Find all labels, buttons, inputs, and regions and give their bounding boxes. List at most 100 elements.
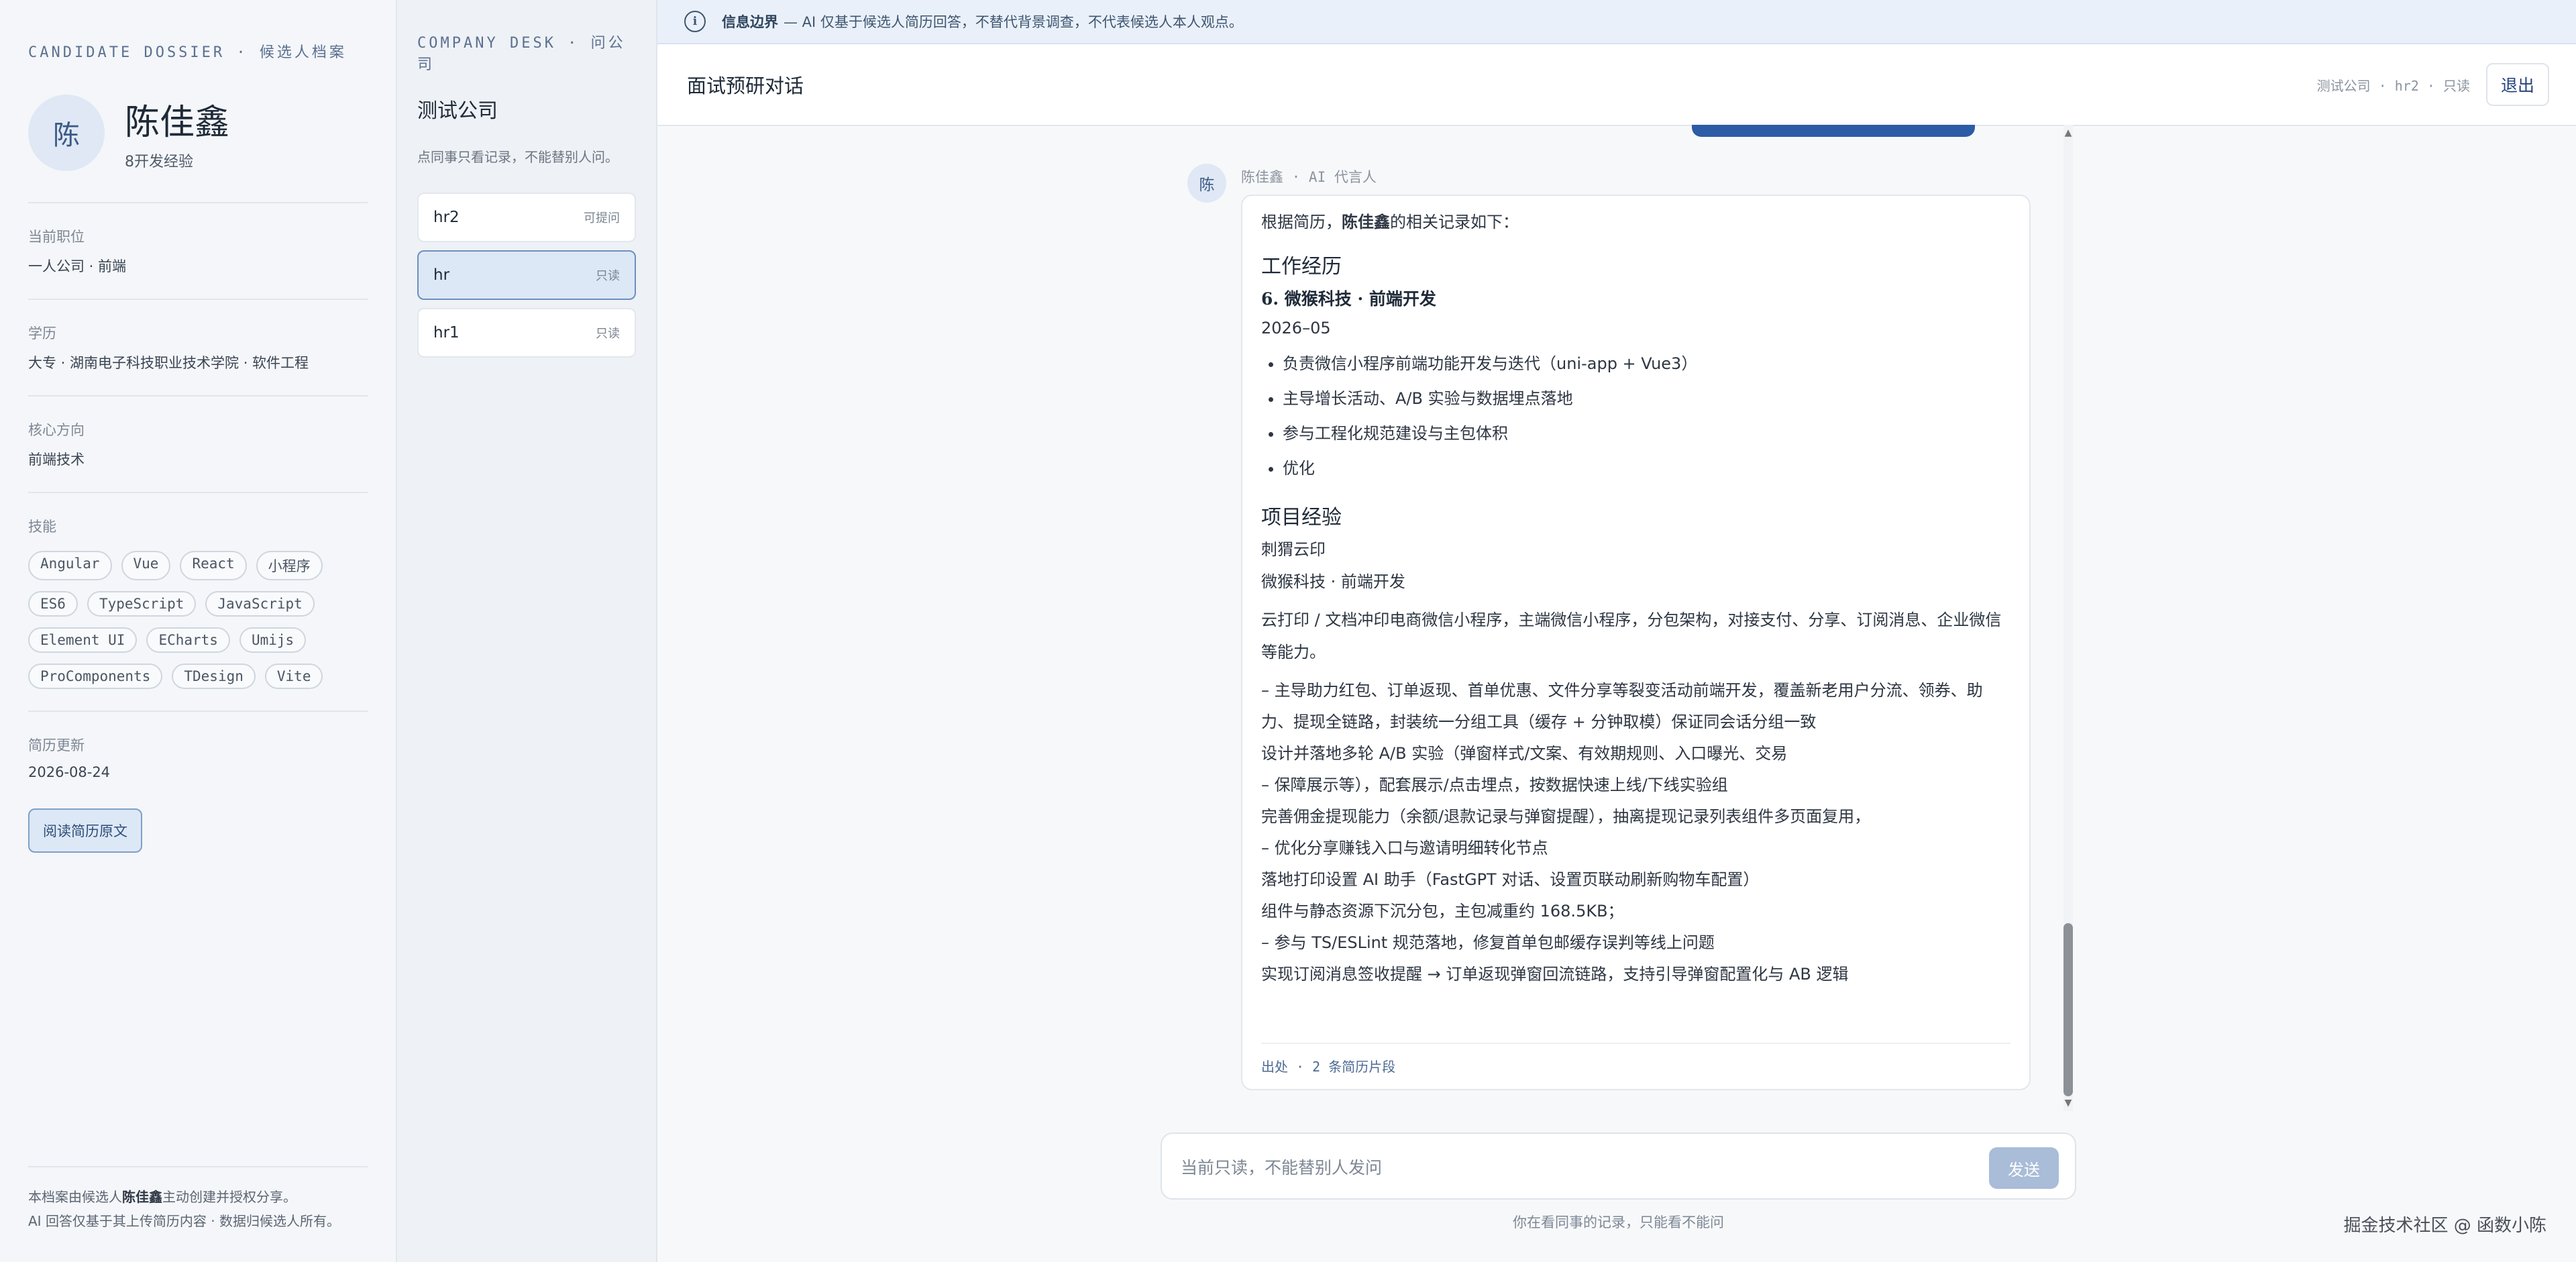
- send-button[interactable]: 发送: [1989, 1147, 2059, 1189]
- footer-text: 本档案由候选人: [28, 1189, 122, 1205]
- project-description: 云打印 / 文档冲印电商微信小程序，主端微信小程序，分包架构，对接支付、分享、订…: [1261, 611, 2002, 662]
- divider: [28, 299, 368, 300]
- list-item: 参与工程化规范建设与主包体积: [1283, 416, 2010, 451]
- colleague-tag: 只读: [596, 269, 620, 283]
- skill-chip: Vue: [121, 551, 171, 580]
- chat-header: 面试预研对话 测试公司 · hr2 · 只读 退出: [657, 44, 2576, 126]
- chat-scroll-area[interactable]: 陈 陈佳鑫 · AI 代言人 根据简历，陈佳鑫的相关记录如下： 工作经历 6. …: [657, 125, 2576, 1111]
- divider: [28, 395, 368, 397]
- intro-text: 根据简历，: [1261, 213, 1342, 231]
- detail-line: 设计并落地多轮 A/B 实验（弹窗样式/文案、有效期规则、入口曝光、交易: [1261, 744, 1788, 763]
- read-resume-button[interactable]: 阅读简历原文: [28, 808, 142, 853]
- detail-line: – 参与 TS/ESLint 规范落地，修复首单包邮缓存误判等线上问题: [1261, 933, 1715, 952]
- ai-avatar: 陈: [1187, 164, 1226, 203]
- detail-line: – 保障展示等），配套展示/点击埋点，按数据快速上线/下线实验组: [1261, 776, 1728, 794]
- source-citation[interactable]: 出处 · 2 条简历片段: [1261, 1043, 2010, 1075]
- colleague-tag: 只读: [596, 327, 620, 341]
- project-name: 刺猬云印: [1261, 540, 1326, 559]
- colleague-item-hr2[interactable]: hr2 可提问: [417, 193, 636, 242]
- scroll-up-arrow-icon[interactable]: ▲: [2063, 127, 2073, 138]
- field-label: 当前职位: [28, 229, 85, 245]
- list-item: 负责微信小程序前端功能开发与迭代（uni-app + Vue3）: [1283, 346, 2010, 381]
- watermark: 掘金技术社区 @ 函数小陈: [2343, 1216, 2546, 1236]
- skill-chip: 小程序: [256, 551, 323, 580]
- skill-chip: ES6: [28, 591, 78, 617]
- skill-chip: Vite: [264, 664, 323, 689]
- candidate-experience: 8开发经验: [125, 154, 193, 170]
- colleague-name: hr1: [433, 324, 460, 341]
- info-icon: i: [684, 11, 706, 32]
- list-item: 优化: [1283, 451, 2010, 486]
- ai-message-card: 根据简历，陈佳鑫的相关记录如下： 工作经历 6. 微猴科技 · 前端开发 202…: [1241, 195, 2031, 1090]
- colleague-item-hr[interactable]: hr 只读: [417, 250, 636, 300]
- skills-list: Angular Vue React 小程序 ES6 TypeScript Jav…: [28, 551, 368, 689]
- updated-label: 简历更新: [28, 737, 85, 753]
- company-name: 测试公司: [417, 99, 498, 123]
- footer-candidate-name: 陈佳鑫: [122, 1189, 162, 1205]
- field-position: 当前职位 一人公司 · 前端: [28, 226, 368, 276]
- candidate-avatar: 陈: [28, 94, 105, 171]
- field-label: 学历: [28, 325, 56, 341]
- job-title: 6. 微猴科技 · 前端开发: [1261, 289, 1436, 309]
- scroll-down-arrow-icon[interactable]: ▼: [2063, 1098, 2073, 1108]
- field-core-direction: 核心方向 前端技术: [28, 419, 368, 469]
- detail-line: 完善佣金提现能力（余额/退款记录与弹窗提醒），抽离提现记录列表组件多页面复用，: [1261, 807, 1871, 826]
- field-value: 一人公司 · 前端: [28, 258, 127, 274]
- logout-button[interactable]: 退出: [2485, 63, 2549, 106]
- skill-chip: TDesign: [172, 664, 256, 689]
- desk-eyebrow: COMPANY DESK · 问公司: [417, 35, 626, 73]
- dossier-eyebrow: CANDIDATE DOSSIER · 候选人档案: [28, 44, 347, 61]
- message-composer: 发送: [1161, 1133, 2076, 1200]
- skill-chip: Angular: [28, 551, 112, 580]
- colleague-tag: 可提问: [584, 211, 620, 225]
- footer-line-2: AI 回答仅基于其上传简历内容 · 数据归候选人所有。: [28, 1213, 341, 1229]
- footer-text: 主动创建并授权分享。: [162, 1189, 297, 1205]
- question-input[interactable]: [1179, 1150, 1974, 1185]
- divider: [28, 492, 368, 493]
- colleague-name: hr2: [433, 209, 460, 226]
- skill-chip: Umijs: [239, 627, 307, 653]
- project-heading: 项目经验: [1261, 506, 1342, 529]
- work-heading: 工作经历: [1261, 255, 1342, 278]
- info-boundary-notice: i 信息边界 — AI 仅基于候选人简历回答，不替代背景调查，不代表候选人本人观…: [657, 0, 2576, 44]
- dossier-footer: 本档案由候选人陈佳鑫主动创建并授权分享。 AI 回答仅基于其上传简历内容 · 数…: [28, 1166, 368, 1233]
- message-intro: 根据简历，陈佳鑫的相关记录如下：: [1261, 209, 2010, 235]
- main-panel: i 信息边界 — AI 仅基于候选人简历回答，不替代背景调查，不代表候选人本人观…: [657, 0, 2576, 1262]
- readonly-hint: 你在看同事的记录，只能看不能问: [1513, 1214, 1724, 1230]
- skill-chip: ECharts: [146, 627, 230, 653]
- field-value: 前端技术: [28, 452, 85, 468]
- previous-user-message: [1692, 125, 1975, 137]
- notice-label: 信息边界: [722, 14, 778, 30]
- updated-value: 2026-08-24: [28, 764, 111, 780]
- message-sender: 陈佳鑫 · AI 代言人: [1241, 169, 1377, 185]
- skills-label: 技能: [28, 519, 56, 535]
- job-date: 2026–05: [1261, 319, 1331, 337]
- list-item: 主导增长活动、A/B 实验与数据埋点落地: [1283, 381, 2010, 416]
- skill-chip: JavaScript: [205, 591, 315, 617]
- colleague-item-hr1[interactable]: hr1 只读: [417, 308, 636, 358]
- detail-line: 组件与静态资源下沉分包，主包减重约 168.5KB；: [1261, 902, 1624, 921]
- session-meta: 测试公司 · hr2 · 只读: [2316, 77, 2470, 94]
- detail-line: – 优化分享赚钱入口与邀请明细转化节点: [1261, 839, 1548, 857]
- intro-name: 陈佳鑫: [1342, 213, 1390, 231]
- intro-text: 的相关记录如下：: [1390, 213, 1519, 231]
- footer-line-1: 本档案由候选人陈佳鑫主动创建并授权分享。: [28, 1185, 368, 1209]
- skill-chip: TypeScript: [87, 591, 197, 617]
- detail-line: 实现订阅消息签收提醒 → 订单返现弹窗回流链路，支持引导弹窗配置化与 AB 逻辑: [1261, 965, 1849, 984]
- source-text[interactable]: 出处 · 2 条简历片段: [1261, 1059, 1395, 1075]
- candidate-identity: 陈佳鑫 8开发经验: [105, 94, 229, 171]
- detail-line: – 主导助力红包、订单返现、首单优惠、文件分享等裂变活动前端开发，覆盖新老用户分…: [1261, 681, 1983, 731]
- skill-chip: Element UI: [28, 627, 138, 653]
- company-desk: COMPANY DESK · 问公司 测试公司 点同事只看记录，不能替别人问。 …: [397, 0, 657, 1262]
- field-value: 大专 · 湖南电子科技职业技术学院 · 软件工程: [28, 355, 309, 371]
- candidate-name: 陈佳鑫: [125, 103, 230, 143]
- desk-hint: 点同事只看记录，不能替别人问。: [417, 149, 619, 165]
- project-details: – 主导助力红包、订单返现、首单优惠、文件分享等裂变活动前端开发，覆盖新老用户分…: [1261, 675, 2010, 990]
- chat-scrollbar-thumb[interactable]: [2063, 923, 2073, 1096]
- skill-chip: ProComponents: [28, 664, 163, 689]
- job-bullets: 负责微信小程序前端功能开发与迭代（uni-app + Vue3） 主导增长活动、…: [1261, 346, 2010, 486]
- candidate-dossier: CANDIDATE DOSSIER · 候选人档案 陈 陈佳鑫 8开发经验 当前…: [0, 0, 397, 1262]
- colleague-name: hr: [433, 266, 450, 284]
- header-actions: 测试公司 · hr2 · 只读 退出: [2317, 63, 2549, 106]
